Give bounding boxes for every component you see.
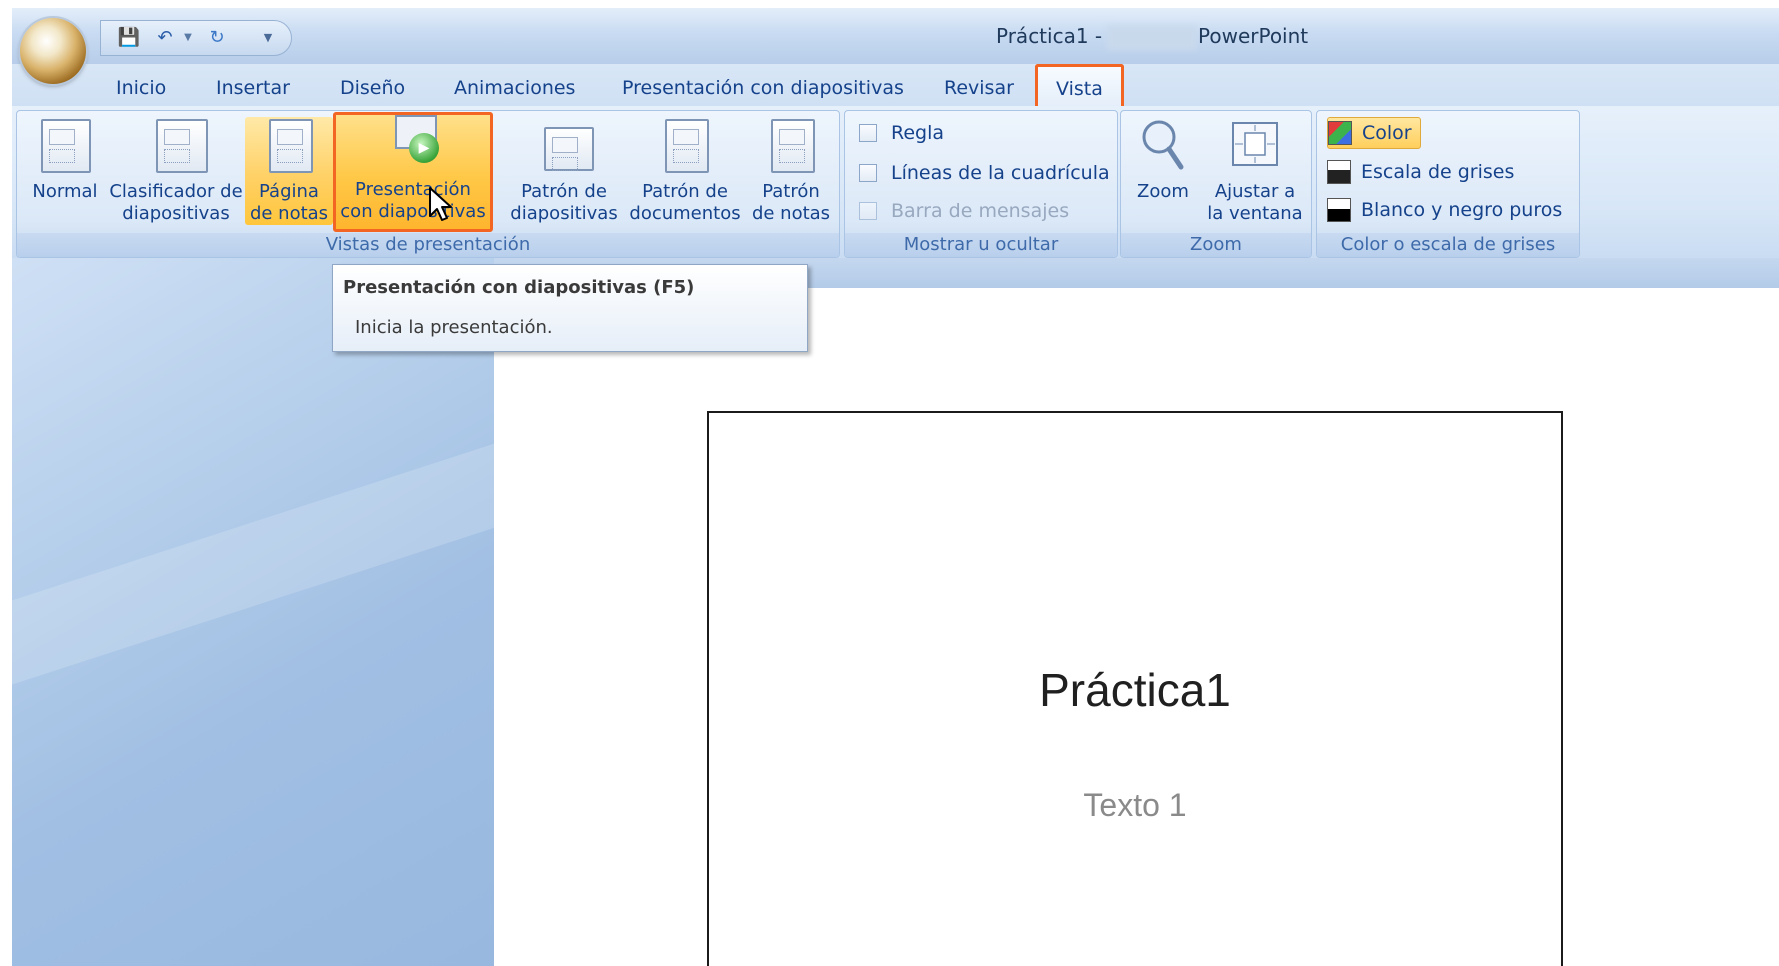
group-label: Zoom <box>1121 233 1311 257</box>
checkbox-label: Barra de mensajes <box>891 200 1070 222</box>
button-label: Zoom <box>1137 181 1189 202</box>
button-label: Página de notas <box>249 181 329 224</box>
slide-subtitle[interactable]: Texto 1 <box>709 787 1561 824</box>
quick-access-toolbar: 💾 ↶ ▼ ↻ ▼ <box>100 20 292 56</box>
black-white-swatch-icon <box>1327 198 1351 222</box>
group-label: Mostrar u ocultar <box>845 233 1117 257</box>
color-swatch-icon <box>1328 121 1352 145</box>
slide-master-icon <box>538 117 594 173</box>
tab-diseno[interactable]: Diseño <box>328 72 417 104</box>
button-label: Clasificador de diapositivas <box>109 181 243 224</box>
checkbox-label: Regla <box>891 122 945 144</box>
checkbox-box <box>859 202 877 220</box>
powerpoint-window: 💾 ↶ ▼ ↻ ▼ Práctica1 - PowerPoint Inicio … <box>12 8 1779 966</box>
undo-dropdown-icon[interactable]: ▼ <box>181 25 195 49</box>
button-label: Ajustar a la ventana <box>1207 181 1303 224</box>
handout-master-button[interactable]: Patrón de documentos <box>623 117 747 225</box>
mouse-cursor-icon <box>429 187 452 221</box>
save-icon[interactable]: 💾 <box>117 25 141 49</box>
slide-master-button[interactable]: Patrón de diapositivas <box>505 117 623 225</box>
button-label: Patrón de notas <box>751 181 831 224</box>
group-vistas: Normal Clasificador de diapositivas Pági… <box>16 110 840 258</box>
document-title: Práctica1 - <box>996 24 1103 48</box>
tooltip-title: Presentación con diapositivas (F5) <box>343 277 695 298</box>
checkbox-box[interactable] <box>859 164 877 182</box>
grayscale-label: Escala de grises <box>1361 161 1515 183</box>
app-name: PowerPoint <box>1198 24 1309 48</box>
color-label: Color <box>1362 122 1412 144</box>
color-option[interactable]: Color <box>1327 117 1421 149</box>
ribbon-tabs: Inicio Insertar Diseño Animaciones Prese… <box>12 64 1779 109</box>
group-zoom: Zoom Ajustar a la ventana Zoom <box>1120 110 1312 258</box>
checkbox-box[interactable] <box>859 124 877 142</box>
button-label: Patrón de diapositivas <box>510 181 618 224</box>
slides-pane[interactable] <box>12 258 494 966</box>
notes-page-button[interactable]: Página de notas <box>245 117 333 225</box>
slideshow-tooltip: Presentación con diapositivas (F5) Inici… <box>332 264 808 352</box>
group-label: Color o escala de grises <box>1317 233 1579 257</box>
title-bar: 💾 ↶ ▼ ↻ ▼ Práctica1 - PowerPoint <box>12 8 1779 64</box>
group-mostrar: Regla Líneas de la cuadrícula Barra de m… <box>844 110 1118 258</box>
ruler-checkbox[interactable]: Regla <box>859 119 944 147</box>
tab-animaciones[interactable]: Animaciones <box>442 72 587 104</box>
fit-window-button[interactable]: Ajustar a la ventana <box>1205 117 1305 225</box>
magnifier-icon <box>1137 117 1189 173</box>
black-white-option[interactable]: Blanco y negro puros <box>1327 195 1570 225</box>
tooltip-description: Inicia la presentación. <box>355 317 553 338</box>
tab-presentacion[interactable]: Presentación con diapositivas <box>610 72 916 104</box>
tab-vista[interactable]: Vista <box>1035 64 1124 109</box>
notes-page-icon <box>263 117 315 173</box>
customize-qat-icon[interactable]: ▼ <box>259 25 277 49</box>
undo-icon[interactable]: ↶ <box>153 25 177 49</box>
slideshow-button[interactable]: ▶ Presentación con diapositivas <box>333 112 493 232</box>
slideshow-icon: ▶ <box>387 115 439 171</box>
redo-icon[interactable]: ↻ <box>205 25 229 49</box>
checkbox-label: Líneas de la cuadrícula <box>891 162 1110 184</box>
button-label: Patrón de documentos <box>629 181 741 224</box>
redacted-area <box>1107 26 1197 50</box>
ribbon: Normal Clasificador de diapositivas Pági… <box>12 106 1779 259</box>
tab-revisar[interactable]: Revisar <box>932 72 1026 104</box>
notes-master-icon <box>765 117 817 173</box>
group-color: Color Escala de grises Blanco y negro pu… <box>1316 110 1580 258</box>
grayscale-swatch-icon <box>1327 160 1351 184</box>
message-bar-checkbox: Barra de mensajes <box>859 197 1069 225</box>
normal-view-icon <box>39 117 91 173</box>
handout-master-icon <box>659 117 711 173</box>
gridlines-checkbox[interactable]: Líneas de la cuadrícula <box>859 159 1110 187</box>
slide-canvas[interactable]: Práctica1 Texto 1 <box>707 411 1563 966</box>
zoom-button[interactable]: Zoom <box>1127 117 1199 225</box>
notes-master-button[interactable]: Patrón de notas <box>747 117 835 225</box>
fit-window-icon <box>1229 117 1281 173</box>
office-button[interactable] <box>20 18 86 84</box>
slide-sorter-button[interactable]: Clasificador de diapositivas <box>107 117 245 225</box>
group-label: Vistas de presentación <box>17 233 839 257</box>
grayscale-option[interactable]: Escala de grises <box>1327 157 1522 187</box>
normal-view-button[interactable]: Normal <box>23 117 107 225</box>
black-white-label: Blanco y negro puros <box>1361 199 1563 221</box>
button-label: Normal <box>32 181 98 202</box>
tab-insertar[interactable]: Insertar <box>204 72 302 104</box>
slide-sorter-icon <box>150 117 208 173</box>
button-label: Presentación con diapositivas <box>340 179 485 222</box>
slide-title[interactable]: Práctica1 <box>709 663 1561 717</box>
tab-inicio[interactable]: Inicio <box>104 72 178 104</box>
